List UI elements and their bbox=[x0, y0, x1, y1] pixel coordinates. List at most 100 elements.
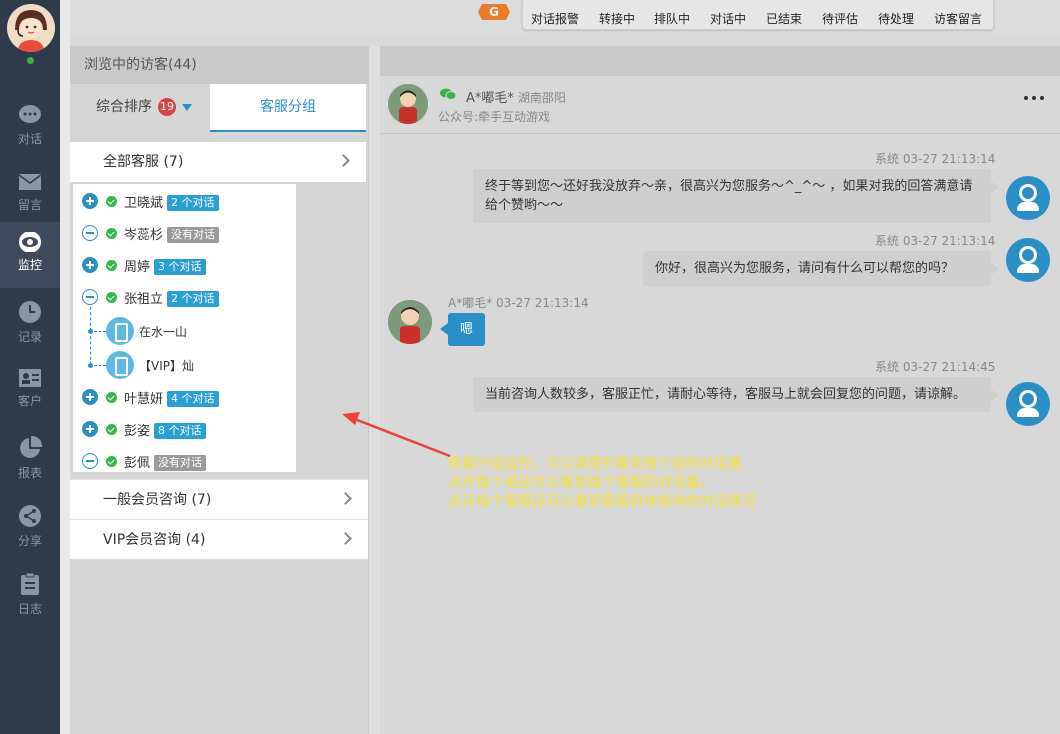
collapse-minus-icon[interactable] bbox=[82, 225, 98, 241]
agent-name: 岑蕊杉 bbox=[124, 228, 164, 243]
agent-name: 叶慧妍 bbox=[124, 392, 164, 407]
agent-row[interactable]: 卫晓斌 2 个对话 bbox=[73, 185, 296, 217]
top-toolbar: G 对话报警 转接中 排队中 对话中 已结束 待评估 待处理 访客留言 bbox=[70, 0, 1060, 34]
online-check-icon bbox=[106, 228, 117, 239]
robot-avatar-icon bbox=[1006, 382, 1050, 426]
tree-dot bbox=[88, 363, 93, 368]
nav-item-logs[interactable]: 日志 bbox=[0, 562, 60, 628]
expand-plus-icon[interactable] bbox=[82, 421, 98, 437]
robot-avatar-icon bbox=[1006, 176, 1050, 220]
nav-item-reports[interactable]: 报表 bbox=[0, 426, 60, 492]
visitor-avatar[interactable] bbox=[388, 84, 428, 124]
agent-list: 卫晓斌 2 个对话 岑蕊杉 没有对话 周婷 3 个对话 张祖立 2 个对话 在水一山 【… bbox=[73, 184, 296, 472]
nav-item-customers[interactable]: 客户 bbox=[0, 358, 60, 424]
svg-text:G: G bbox=[489, 5, 499, 19]
agent-row[interactable]: 彭姿 8 个对话 bbox=[73, 413, 296, 445]
collapse-minus-icon[interactable] bbox=[82, 453, 98, 469]
more-options-icon[interactable] bbox=[1024, 96, 1044, 102]
nav-item-records[interactable]: 记录 bbox=[0, 290, 60, 356]
mobile-phone-icon bbox=[106, 317, 134, 345]
expand-plus-icon[interactable] bbox=[82, 389, 98, 405]
collapse-minus-icon[interactable] bbox=[82, 289, 98, 305]
tab-ended[interactable]: 已结束 bbox=[766, 10, 802, 27]
message-time: 03-27 21:14:45 bbox=[902, 360, 996, 374]
agent-row[interactable]: 张祖立 2 个对话 bbox=[73, 281, 296, 313]
chevron-right-icon bbox=[339, 532, 352, 545]
tab-queueing[interactable]: 排队中 bbox=[654, 10, 690, 27]
tab-pending-action[interactable]: 待处理 bbox=[878, 10, 914, 27]
message-sender: 系统 bbox=[875, 234, 900, 248]
group-row-general-members[interactable]: 一般会员咨询 (7) bbox=[70, 479, 368, 519]
nav-item-monitor[interactable]: 监控 bbox=[0, 222, 60, 288]
annotation-line: 点开每个组还可以看到每个客服的对话量， bbox=[448, 475, 714, 491]
nav-item-share[interactable]: 分享 bbox=[0, 494, 60, 560]
nav-item-chat[interactable]: 对话 bbox=[0, 94, 60, 160]
agent-row[interactable]: 岑蕊杉 没有对话 bbox=[73, 217, 296, 249]
visitor-name: 【VIP】灿 bbox=[139, 359, 194, 373]
visitor-sub-row[interactable]: 在水一山 bbox=[73, 307, 296, 347]
nav-item-messages[interactable]: 留言 bbox=[0, 162, 60, 228]
pie-chart-icon bbox=[20, 436, 42, 458]
tab-agent-groups[interactable]: 客服分组 bbox=[210, 84, 366, 132]
nav-label: 监控 bbox=[17, 258, 42, 272]
eye-icon bbox=[19, 232, 41, 252]
expand-plus-icon[interactable] bbox=[82, 257, 98, 273]
online-check-icon bbox=[106, 260, 117, 271]
agent-row[interactable]: 叶慧妍 4 个对话 bbox=[73, 381, 296, 413]
chevron-right-icon bbox=[339, 492, 352, 505]
agent-name: 周婷 bbox=[124, 260, 151, 275]
caret-down-icon[interactable] bbox=[182, 103, 192, 111]
online-status-dot bbox=[25, 55, 36, 66]
chat-count-badge: 2 个对话 bbox=[167, 291, 219, 307]
expand-plus-icon[interactable] bbox=[82, 193, 98, 209]
visitor-panel-title: 浏览中的访客(44) bbox=[70, 46, 368, 84]
tab-chat-alarm[interactable]: 对话报警 bbox=[531, 10, 579, 27]
sort-count-badge: 19 bbox=[158, 98, 176, 116]
agent-row[interactable]: 周婷 3 个对话 bbox=[73, 249, 296, 281]
group-row-vip-members[interactable]: VIP会员咨询 (4) bbox=[70, 519, 368, 559]
message-meta: 系统 03-27 21:14:45 bbox=[875, 358, 995, 375]
agent-name-wrap: 卫晓斌 2 个对话 bbox=[124, 192, 219, 211]
online-check-icon bbox=[106, 424, 117, 435]
chat-bubble-icon bbox=[19, 105, 41, 123]
visitor-sub-row[interactable]: 【VIP】灿 bbox=[73, 331, 296, 381]
agent-name-wrap: 彭姿 8 个对话 bbox=[124, 420, 206, 439]
tab-pending-review[interactable]: 待评估 bbox=[822, 10, 858, 27]
tab-visitor-messages[interactable]: 访客留言 bbox=[934, 10, 982, 27]
agent-avatar[interactable] bbox=[7, 4, 55, 52]
app-logo-icon: G bbox=[478, 4, 510, 20]
chevron-right-icon bbox=[337, 154, 350, 167]
online-check-icon bbox=[106, 292, 117, 303]
message-sender: 系统 bbox=[875, 360, 900, 374]
visitor-name: A*嘟毛* bbox=[466, 91, 514, 106]
system-message: 当前咨询人数较多，客服正忙，请耐心等待，客服马上就会回复您的问题，请谅解。 bbox=[473, 377, 999, 412]
online-check-icon bbox=[106, 456, 117, 467]
nav-label: 报表 bbox=[17, 466, 42, 480]
panel-scrollbar[interactable] bbox=[368, 46, 380, 734]
agent-row[interactable]: 彭佩 没有对话 bbox=[73, 445, 296, 472]
group-row-all-agents[interactable]: 全部客服 (7) bbox=[70, 142, 366, 182]
chat-count-badge: 2 个对话 bbox=[167, 195, 219, 211]
nav-label: 日志 bbox=[17, 602, 42, 616]
tab-in-chat[interactable]: 对话中 bbox=[710, 10, 746, 27]
tab-transferring[interactable]: 转接中 bbox=[599, 10, 635, 27]
agent-name-wrap: 叶慧妍 4 个对话 bbox=[124, 388, 219, 407]
message-time: 03-27 21:13:14 bbox=[496, 296, 589, 310]
system-message: 你好，很高兴为您服务，请问有什么可以帮您的吗？ bbox=[643, 251, 999, 286]
visitor-name: 在水一山 bbox=[139, 325, 188, 339]
tab-sort[interactable]: 综合排序 19 bbox=[70, 84, 210, 132]
annotation-line: 点开每个客服还可以看到客服具体接待的对话情况 bbox=[448, 494, 756, 510]
message-meta: A*嘟毛* 03-27 21:13:14 bbox=[448, 294, 589, 311]
message-meta: 系统 03-27 21:13:14 bbox=[875, 150, 995, 167]
share-icon bbox=[19, 505, 41, 527]
annotation-text: 根据分组监控，可以清楚的看到每个组的对话量 点开每个组还可以看到每个客服的对话量… bbox=[448, 455, 756, 512]
chat-panel-header bbox=[380, 46, 1060, 76]
chat-count-badge: 没有对话 bbox=[167, 227, 220, 243]
agent-name-wrap: 彭佩 没有对话 bbox=[124, 452, 207, 471]
online-check-icon bbox=[106, 196, 117, 207]
group-label: VIP会员咨询 (4) bbox=[103, 532, 206, 548]
agent-name-wrap: 张祖立 2 个对话 bbox=[124, 288, 219, 307]
visitor-message-avatar bbox=[388, 300, 432, 344]
tree-line bbox=[90, 307, 91, 331]
chat-count-badge: 4 个对话 bbox=[167, 391, 219, 407]
